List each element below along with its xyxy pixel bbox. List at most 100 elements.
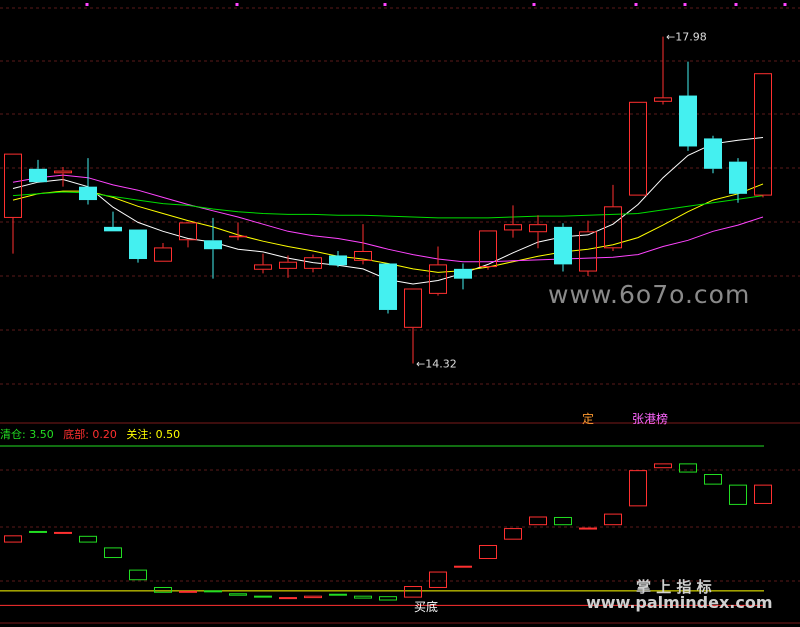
indicator-box — [654, 463, 672, 469]
indicator-box — [229, 593, 247, 596]
candle — [454, 263, 472, 290]
indicator-box — [129, 569, 147, 581]
candle — [404, 288, 422, 364]
indicator-box — [404, 586, 422, 598]
top-marker — [383, 3, 387, 6]
indicator-box — [504, 528, 522, 540]
candle — [329, 250, 347, 268]
indicator-box — [179, 590, 197, 593]
candle — [54, 167, 72, 187]
indicator-box — [479, 544, 497, 559]
candle-body — [504, 224, 522, 231]
indicator-box — [729, 484, 747, 505]
candle — [179, 222, 197, 248]
indicator-box — [379, 596, 397, 601]
ma-line-2 — [12, 174, 764, 263]
candle-body — [379, 263, 397, 310]
candle — [154, 242, 172, 262]
indicator-box — [329, 593, 347, 596]
candle-body — [629, 101, 647, 196]
top-marker — [783, 3, 787, 6]
price-annotation-0: ←17.98 — [666, 31, 707, 44]
candle — [754, 73, 772, 198]
indicator-box — [529, 516, 547, 526]
indicator-box — [54, 531, 72, 534]
top-edge-markers — [85, 3, 787, 6]
candle-body — [604, 206, 622, 249]
top-marker — [734, 3, 738, 6]
indicator-box — [279, 597, 297, 600]
candle-body — [454, 268, 472, 279]
indicator-box — [304, 595, 322, 599]
brand-url: www.palmindex.com — [586, 593, 773, 612]
ma-line-0 — [12, 137, 764, 285]
candle — [554, 223, 572, 272]
candle — [679, 61, 697, 151]
indicator-box — [554, 516, 572, 526]
candle-body — [754, 73, 772, 196]
indicator-box — [629, 470, 647, 507]
indicator-box — [429, 571, 447, 588]
candle-body — [29, 168, 47, 183]
candle — [129, 229, 147, 263]
candle-body — [129, 229, 147, 260]
indicator-box — [204, 590, 222, 593]
candle-body — [404, 288, 422, 328]
candle — [654, 36, 672, 105]
candle-body — [529, 224, 547, 233]
top-marker — [85, 3, 89, 6]
candle — [379, 263, 397, 314]
signal-zhanggangbang: 张港榜 — [632, 412, 669, 426]
ma-line-1 — [12, 183, 764, 273]
candle-body — [104, 226, 122, 232]
stock-chart[interactable]: ←17.98 ←14.32 — [0, 0, 800, 627]
candle — [729, 158, 747, 203]
indicator-box — [454, 565, 472, 568]
candle-body — [204, 240, 222, 250]
candle-body — [4, 153, 22, 218]
top-marker — [634, 3, 638, 6]
signal-ding: 定 — [582, 412, 595, 426]
legend-item-guanzhu: 关注: 0.50 — [126, 428, 181, 441]
candle-body — [229, 235, 247, 238]
indicator-box — [604, 513, 622, 526]
top-marker — [532, 3, 536, 6]
candle — [104, 211, 122, 232]
candle-body — [679, 95, 697, 147]
indicator-box — [104, 547, 122, 559]
indicator-box — [754, 484, 772, 504]
candle — [79, 158, 97, 205]
candle-body — [79, 186, 97, 201]
moving-average-lines — [12, 137, 764, 285]
legend-item-dibu: 底部: 0.20 — [63, 428, 117, 441]
candle — [629, 101, 647, 196]
indicator-box — [4, 535, 22, 543]
candle — [529, 215, 547, 249]
candle-body — [579, 231, 597, 272]
candle — [29, 159, 47, 183]
candle-body — [704, 138, 722, 169]
indicator-box — [704, 474, 722, 485]
candle — [229, 222, 247, 241]
signal-maidi: 买底 — [414, 600, 439, 614]
indicator-legend: 清仓: 3.50 底部: 0.20 关注: 0.50 — [0, 426, 186, 442]
candle — [254, 253, 272, 274]
top-marker — [683, 3, 687, 6]
candle-body — [254, 264, 272, 270]
candle — [204, 217, 222, 279]
candle — [704, 135, 722, 174]
ma-line-3 — [12, 191, 764, 219]
candle-body — [654, 97, 672, 102]
indicator-box — [29, 530, 47, 533]
top-marker — [235, 3, 239, 6]
candle-body — [279, 261, 297, 269]
indicator-box — [579, 527, 597, 530]
indicator-box — [254, 595, 272, 598]
candle-body — [54, 170, 72, 174]
indicator-box — [679, 463, 697, 473]
candle-body — [329, 255, 347, 266]
candle — [604, 184, 622, 251]
candle-body — [729, 161, 747, 194]
candle-body — [554, 226, 572, 265]
indicator-box — [354, 595, 372, 599]
